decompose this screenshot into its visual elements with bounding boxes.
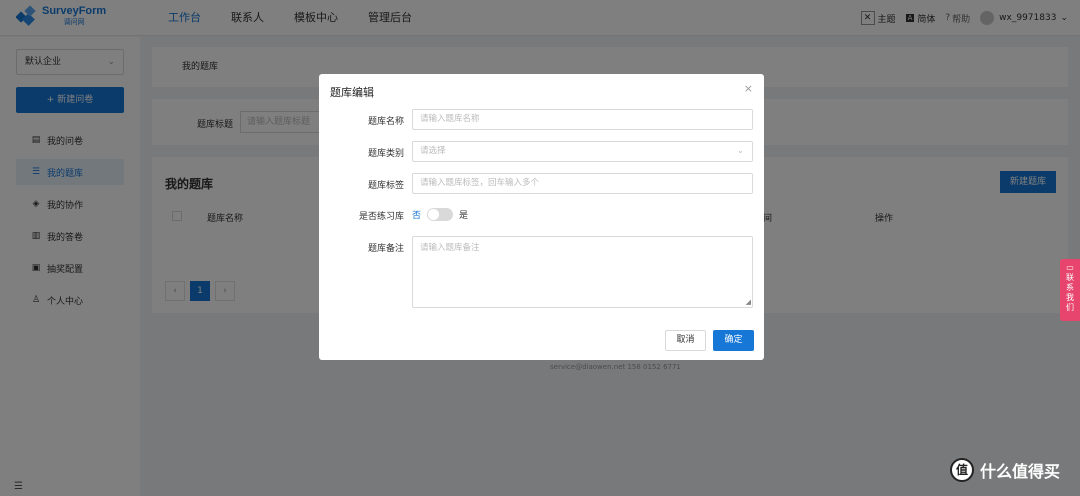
contact-us-tab[interactable]: ▭ 联系我们 [1060,259,1080,321]
bank-name-input[interactable]: 请输入题库名称 [412,109,753,130]
toggle-knob [428,209,440,220]
practice-toggle[interactable] [427,208,454,221]
cancel-button[interactable]: 取消 [665,330,706,351]
contact-us-label: 联系我们 [1066,273,1074,312]
resize-handle-icon[interactable]: ◢ [746,298,751,306]
bank-remark-textarea[interactable]: 请输入题库备注 ◢ [412,236,753,308]
bank-tags-input[interactable]: 请输入题库标签，回车输入多个 [412,173,753,194]
close-icon[interactable]: × [744,82,753,95]
chat-icon: ▭ [1066,263,1074,272]
type-label: 题库类别 [367,149,404,159]
tag-label: 题库标签 [367,181,404,191]
practice-no-label: 否 [412,211,422,221]
dialog-title: 题库编辑 [330,86,374,99]
name-label: 题库名称 [367,117,404,127]
watermark: 值 什么值得买 [950,458,1060,482]
type-select-placeholder: 请选择 [420,146,446,156]
practice-yes-label: 是 [459,211,469,221]
chevron-down-icon: ⌄ [736,146,744,156]
watermark-text: 什么值得买 [980,462,1061,481]
bank-edit-dialog: 题库编辑 × 题库名称 请输入题库名称 题库类别 请选择 ⌄ 题库标签 请输入题… [319,74,764,360]
practice-switch-group: 否 是 [412,208,468,221]
remark-label: 题库备注 [367,244,404,254]
practice-label: 是否练习库 [358,212,404,222]
bank-type-select[interactable]: 请选择 ⌄ [412,141,753,162]
confirm-button[interactable]: 确定 [713,330,754,351]
watermark-logo-icon: 值 [950,458,974,482]
remark-placeholder: 请输入题库备注 [420,243,480,253]
